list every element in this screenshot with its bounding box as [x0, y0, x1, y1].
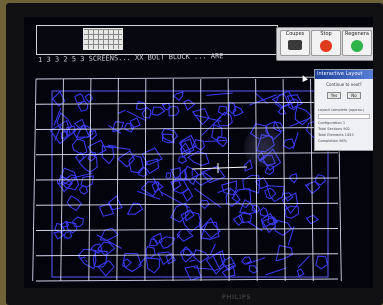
program-icon	[288, 40, 302, 50]
cut-cell	[135, 101, 148, 111]
cut-cell	[277, 105, 287, 115]
grid-line	[35, 278, 339, 282]
cut-cell	[90, 243, 103, 254]
monitor-brand: PHILIPS	[222, 294, 252, 301]
panel-border	[51, 90, 329, 278]
dialog-info-line: Completion 98%	[318, 139, 347, 143]
cut-cell	[180, 210, 202, 233]
cut-cell	[296, 268, 305, 278]
cut-cell	[294, 106, 313, 126]
cut-cell	[165, 172, 172, 180]
cut-cell	[244, 158, 253, 172]
cut-line	[209, 243, 216, 256]
cut-line	[206, 92, 233, 96]
yes-button[interactable]: Yes	[327, 92, 341, 99]
cut-cell	[232, 213, 244, 226]
grid-line	[282, 78, 286, 282]
cut-cell	[170, 180, 182, 191]
cut-cell	[248, 265, 259, 274]
pattern-layer	[49, 90, 329, 281]
grid-line	[116, 78, 119, 282]
cut-line	[204, 139, 226, 142]
cut-cell	[258, 154, 276, 166]
preview-thumbnail[interactable]	[83, 28, 123, 50]
cut-cell	[255, 177, 269, 190]
cut-cell	[262, 148, 282, 171]
cut-cell	[273, 121, 285, 132]
toolbar: Coupes Stop Regenera	[276, 27, 373, 61]
cut-line	[117, 109, 126, 114]
dialog-field[interactable]	[318, 114, 370, 119]
thumbnail-grid	[84, 29, 122, 49]
cut-cell	[178, 156, 188, 164]
grid-line	[32, 78, 37, 282]
cut-cell	[145, 257, 160, 274]
interactive-layout-dialog: Interactive Layout Continue to next? Yes…	[314, 69, 373, 151]
cut-cell	[192, 139, 205, 151]
cut-line	[85, 259, 88, 263]
cut-cell	[286, 94, 303, 109]
regenerate-button[interactable]: Regenera	[342, 30, 372, 56]
cut-cell	[128, 154, 144, 174]
stop-label: Stop	[320, 31, 332, 37]
cut-cell	[84, 93, 93, 103]
go-icon	[351, 40, 363, 52]
cut-cell	[282, 138, 296, 150]
cut-cell	[161, 127, 179, 143]
cut-line	[297, 255, 311, 269]
cut-cell	[97, 241, 116, 257]
cut-cell	[152, 232, 163, 245]
stop-button[interactable]: Stop	[311, 30, 341, 56]
layout-canvas[interactable]	[32, 69, 342, 288]
coupes-label: Coupes	[285, 31, 305, 37]
cut-cell	[78, 153, 98, 173]
cut-cell	[71, 138, 88, 155]
cut-cell	[239, 199, 258, 215]
cut-pattern	[49, 90, 329, 281]
cut-cell	[315, 174, 326, 186]
regenerate-label: Regenera	[345, 31, 369, 37]
cut-line	[246, 257, 266, 265]
cut-cell	[98, 203, 115, 217]
stop-icon	[320, 40, 332, 52]
cut-cell	[60, 131, 68, 140]
cut-line	[189, 259, 196, 262]
cut-cell	[275, 244, 293, 262]
cut-cell	[172, 91, 184, 102]
cut-cell	[315, 255, 329, 270]
cut-line	[265, 267, 287, 276]
cut-cell	[53, 230, 64, 240]
cut-line	[292, 131, 299, 149]
grid-line	[35, 76, 339, 80]
cut-cell	[66, 195, 83, 212]
cut-cell	[72, 216, 84, 227]
cut-cell	[117, 150, 135, 168]
cut-line	[193, 267, 214, 270]
cut-line	[172, 179, 192, 182]
cut-cell	[63, 231, 73, 239]
no-button[interactable]: No	[347, 92, 361, 99]
cut-line	[137, 190, 161, 200]
screen: 1 3 3 2 5 3 SCREENS... XX BOLT BLOCK ...…	[24, 17, 373, 288]
grid-line	[255, 78, 258, 282]
cut-line	[247, 221, 263, 232]
header-bar	[36, 25, 278, 55]
grid-line	[310, 78, 314, 282]
coupes-button[interactable]: Coupes	[280, 30, 310, 56]
dialog-info-line: Layout complete (approx.)	[318, 108, 365, 112]
cut-cell	[54, 222, 66, 233]
cut-cell	[129, 117, 141, 130]
cut-line	[79, 256, 86, 259]
cut-cell	[78, 184, 88, 195]
cut-cell	[122, 252, 142, 273]
cut-cell	[145, 246, 156, 260]
cut-line	[161, 191, 190, 209]
dialog-title: Interactive Layout	[315, 70, 373, 79]
cut-cell	[151, 106, 166, 116]
cut-cell	[259, 206, 269, 217]
cut-cell	[170, 167, 181, 180]
cut-cell	[122, 258, 132, 269]
cut-cell	[183, 99, 196, 111]
